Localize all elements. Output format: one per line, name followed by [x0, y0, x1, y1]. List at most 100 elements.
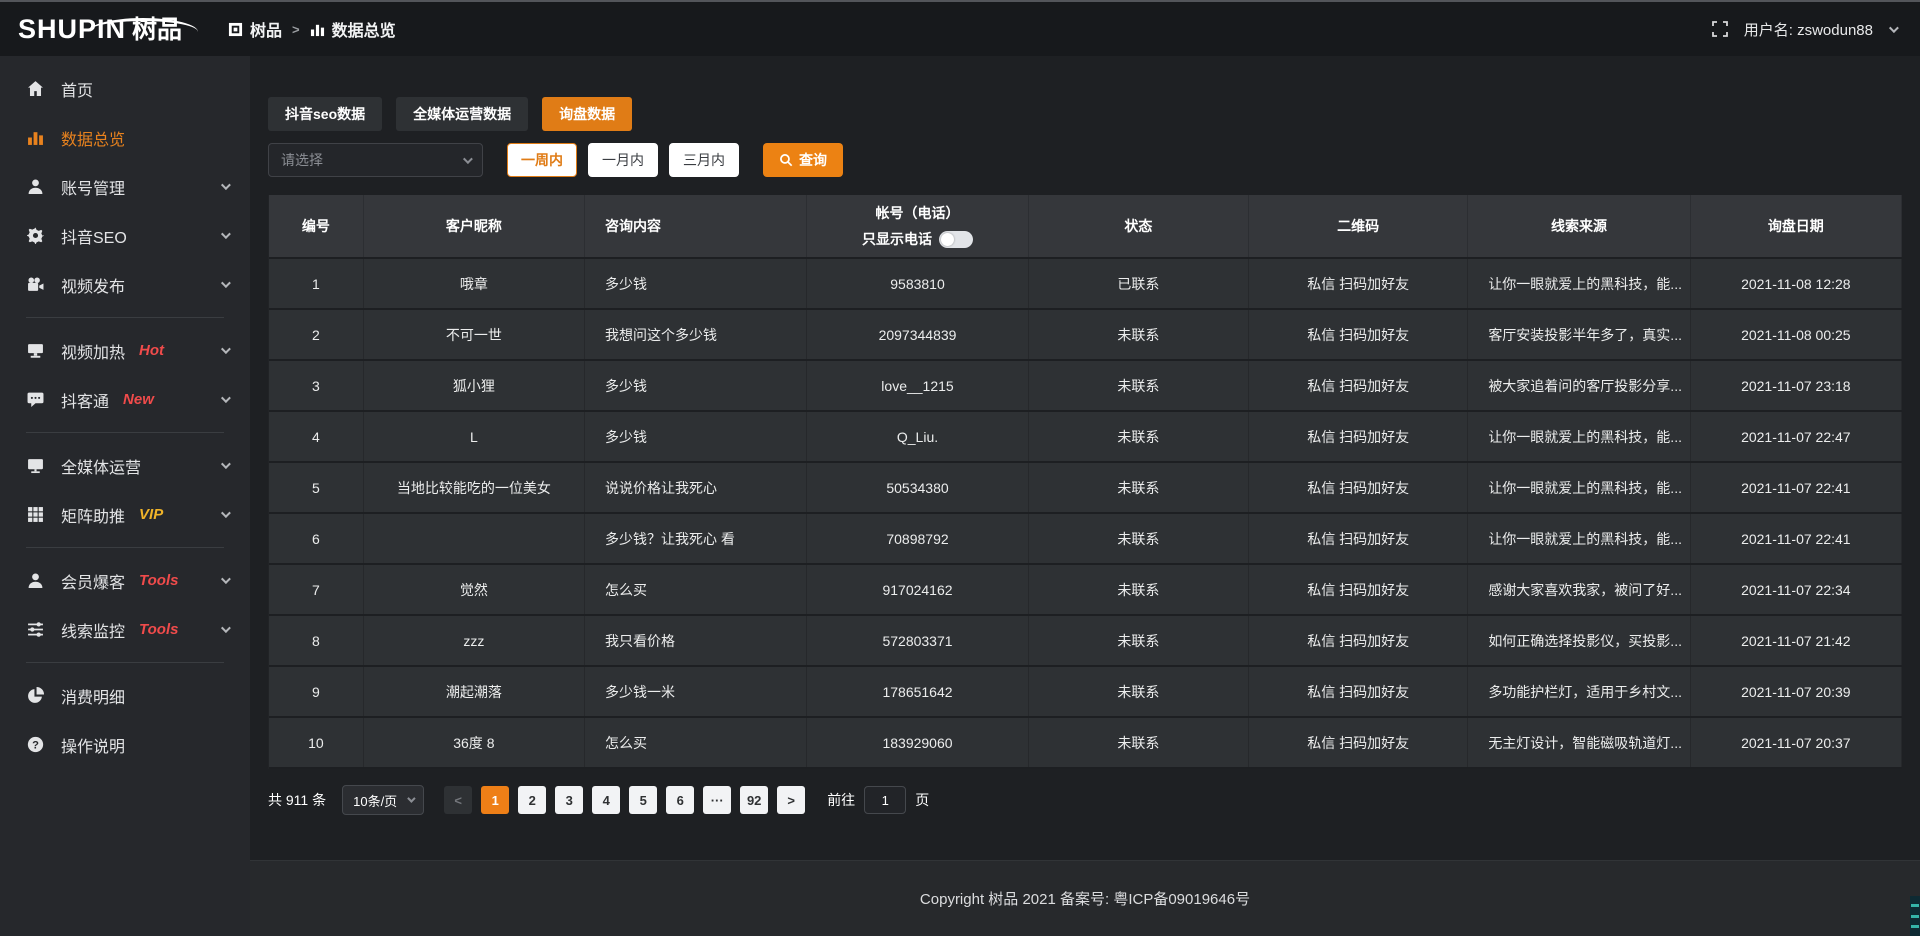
sidebar-item-data-overview[interactable]: 数据总览	[0, 113, 250, 162]
cell-source[interactable]: 客厅安装投影半年多了，真实...	[1468, 310, 1690, 359]
svg-text:?: ?	[32, 739, 39, 751]
cell-date: 2021-11-08 00:25	[1691, 310, 1902, 359]
sidebar-item-media-ops[interactable]: 全媒体运营	[0, 441, 250, 490]
search-button[interactable]: 查询	[763, 143, 843, 177]
tab-1[interactable]: 全媒体运营数据	[396, 97, 528, 131]
sidebar-item-member-burst[interactable]: 会员爆客Tools	[0, 556, 250, 605]
app-square-icon	[228, 22, 243, 37]
cell-source[interactable]: 让你一眼就爱上的黑科技，能...	[1468, 463, 1690, 512]
cell-account: 572803371	[807, 616, 1028, 665]
sidebar-item-matrix-boost[interactable]: 矩阵助推VIP	[0, 490, 250, 539]
sliders-icon	[26, 621, 44, 638]
chart-icon	[26, 129, 44, 146]
sidebar-item-label: 抖客通	[61, 388, 109, 412]
page-button-5[interactable]: 5	[629, 786, 657, 814]
cell-content: 怎么买	[585, 718, 807, 767]
cell-source[interactable]: 被大家追着问的客厅投影分享...	[1468, 361, 1690, 410]
username-label[interactable]: 用户名: zswodun88	[1744, 19, 1873, 40]
cell-no: 3	[269, 361, 364, 410]
range-button-2[interactable]: 三月内	[669, 143, 739, 177]
tab-0[interactable]: 抖音seo数据	[268, 97, 382, 131]
next-page-button[interactable]: >	[777, 786, 805, 814]
page-button-2[interactable]: 2	[518, 786, 546, 814]
user-chevron-down-icon[interactable]	[1889, 23, 1899, 33]
table-row: 2不可一世我想问这个多少钱2097344839未联系私信 扫码加好友客厅安装投影…	[269, 310, 1902, 361]
cell-source[interactable]: 感谢大家喜欢我家，被问了好...	[1468, 565, 1690, 614]
cell-date: 2021-11-07 20:37	[1691, 718, 1902, 767]
cell-no: 2	[269, 310, 364, 359]
sidebar-item-lead-monitor[interactable]: 线索监控Tools	[0, 605, 250, 654]
cell-qrcode[interactable]: 私信 扫码加好友	[1249, 361, 1468, 410]
sidebar-item-doukotong[interactable]: 抖客通 New	[0, 375, 250, 424]
cell-qrcode[interactable]: 私信 扫码加好友	[1249, 259, 1468, 308]
goto-suffix: 页	[915, 790, 929, 810]
cell-qrcode[interactable]: 私信 扫码加好友	[1249, 412, 1468, 461]
cell-qrcode[interactable]: 私信 扫码加好友	[1249, 565, 1468, 614]
prev-page-button[interactable]: <	[444, 786, 472, 814]
table-row: 4L多少钱Q_Liu.未联系私信 扫码加好友让你一眼就爱上的黑科技，能...20…	[269, 412, 1902, 463]
cell-source[interactable]: 让你一眼就爱上的黑科技，能...	[1468, 412, 1690, 461]
range-button-1[interactable]: 一月内	[588, 143, 658, 177]
cell-source[interactable]: 多功能护栏灯，适用于乡村文...	[1468, 667, 1690, 716]
cell-source[interactable]: 无主灯设计，智能磁吸轨道灯...	[1468, 718, 1690, 767]
page-button-4[interactable]: 4	[592, 786, 620, 814]
sidebar-divider	[26, 547, 224, 548]
fullscreen-icon[interactable]	[1712, 21, 1728, 37]
tab-2[interactable]: 询盘数据	[542, 97, 632, 131]
cell-nickname	[364, 514, 585, 563]
page-button-92[interactable]: 92	[740, 786, 768, 814]
filter-bar: 请选择 一周内一月内三月内 查询	[268, 143, 1902, 177]
sidebar-item-label: 消费明细	[61, 684, 125, 708]
page-button-3[interactable]: 3	[555, 786, 583, 814]
sidebar-item-badge: VIP	[139, 506, 163, 523]
floating-widget[interactable]	[1910, 896, 1920, 936]
table-row: 1036度 8怎么买183929060未联系私信 扫码加好友无主灯设计，智能磁吸…	[269, 718, 1902, 769]
cell-qrcode[interactable]: 私信 扫码加好友	[1249, 463, 1468, 512]
chevron-down-icon	[221, 278, 231, 288]
header-cell-3: 帐号（电话）只显示电话	[807, 195, 1028, 257]
cell-qrcode[interactable]: 私信 扫码加好友	[1249, 667, 1468, 716]
cell-date: 2021-11-07 20:39	[1691, 667, 1902, 716]
cell-source[interactable]: 让你一眼就爱上的黑科技，能...	[1468, 514, 1690, 563]
page-button-6[interactable]: 6	[666, 786, 694, 814]
sidebar-item-home[interactable]: 首页	[0, 64, 250, 113]
cell-account: Q_Liu.	[807, 412, 1028, 461]
page-button-1[interactable]: 1	[481, 786, 509, 814]
sidebar-item-account[interactable]: 账号管理	[0, 162, 250, 211]
filter-select[interactable]: 请选择	[268, 143, 483, 177]
cell-qrcode[interactable]: 私信 扫码加好友	[1249, 310, 1468, 359]
sidebar-item-help[interactable]: ?操作说明	[0, 720, 250, 769]
cell-source[interactable]: 让你一眼就爱上的黑科技，能...	[1468, 259, 1690, 308]
goto-page-input[interactable]	[864, 786, 906, 814]
sidebar-item-label: 会员爆客	[61, 569, 125, 593]
cell-account: 2097344839	[807, 310, 1028, 359]
cell-qrcode[interactable]: 私信 扫码加好友	[1249, 718, 1468, 767]
table-row: 6多少钱？让我死心 看70898792未联系私信 扫码加好友让你一眼就爱上的黑科…	[269, 514, 1902, 565]
range-button-0[interactable]: 一周内	[507, 143, 577, 177]
sidebar-item-douyin-seo[interactable]: 抖音SEO	[0, 211, 250, 260]
page-ellipsis-button[interactable]: ···	[703, 786, 731, 814]
header-cell-1: 客户昵称	[364, 195, 585, 257]
sidebar-item-video-heat[interactable]: 视频加热Hot	[0, 326, 250, 375]
sidebar-item-consumption[interactable]: 消费明细	[0, 671, 250, 720]
cell-no: 6	[269, 514, 364, 563]
cell-nickname: 36度 8	[364, 718, 585, 767]
cell-nickname: L	[364, 412, 585, 461]
page-size-select[interactable]: 10条/页	[342, 785, 424, 815]
page-buttons: <123456 ··· 92 >	[444, 786, 805, 814]
cell-status: 未联系	[1029, 361, 1249, 410]
chevron-down-icon	[221, 508, 231, 518]
phone-only-toggle[interactable]	[939, 231, 973, 248]
sidebar-item-video-publish[interactable]: 视频发布	[0, 260, 250, 309]
table-row: 3狐小狸多少钱love__1215未联系私信 扫码加好友被大家追着问的客厅投影分…	[269, 361, 1902, 412]
cell-source[interactable]: 如何正确选择投影仪，买投影...	[1468, 616, 1690, 665]
sidebar-item-badge: New	[123, 391, 154, 408]
cell-qrcode[interactable]: 私信 扫码加好友	[1249, 616, 1468, 665]
cell-date: 2021-11-07 22:34	[1691, 565, 1902, 614]
cell-status: 未联系	[1029, 310, 1249, 359]
account-header-title: 帐号（电话）	[876, 203, 960, 223]
cell-qrcode[interactable]: 私信 扫码加好友	[1249, 514, 1468, 563]
breadcrumb-root[interactable]: 树品	[250, 17, 282, 41]
user-icon	[26, 572, 44, 589]
app-logo: SHUPIN 树品	[0, 16, 228, 43]
